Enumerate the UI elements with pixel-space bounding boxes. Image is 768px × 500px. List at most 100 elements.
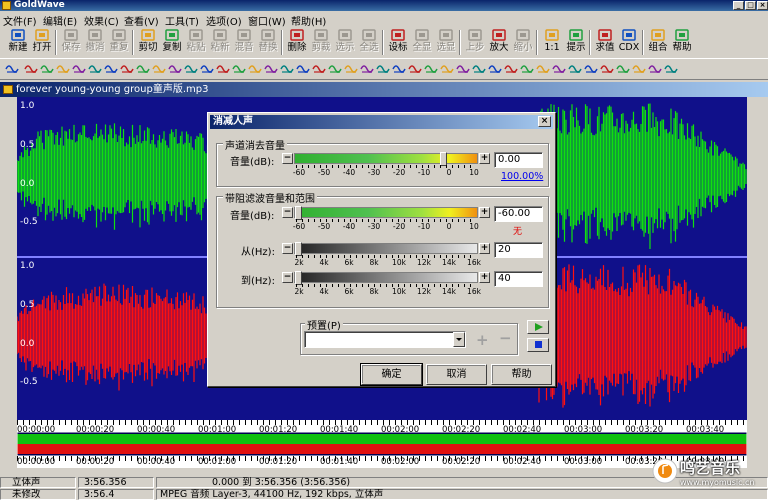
- remove-preset-icon[interactable]: −: [499, 329, 512, 347]
- bandstop-volume-input[interactable]: -60.00: [494, 206, 543, 222]
- volume-increase-button[interactable]: +: [479, 153, 490, 164]
- effect-button[interactable]: [248, 62, 264, 77]
- effect-button[interactable]: [536, 62, 552, 77]
- effect-button[interactable]: [56, 62, 72, 77]
- volume-increase-button[interactable]: +: [479, 207, 490, 218]
- slider-thumb[interactable]: [295, 206, 302, 220]
- dialog-close-button[interactable]: ×: [538, 116, 551, 127]
- to-frequency-slider[interactable]: [294, 271, 478, 285]
- toolbar-button-cue[interactable]: 提示: [564, 28, 588, 57]
- effect-button[interactable]: [136, 62, 152, 77]
- effect-button[interactable]: [648, 62, 664, 77]
- preset-select[interactable]: [304, 331, 466, 348]
- effect-button[interactable]: [40, 62, 56, 77]
- volume-decrease-button[interactable]: −: [282, 207, 293, 218]
- toolbar-button-zoom-out[interactable]: 缩小: [511, 28, 535, 57]
- close-button[interactable]: ×: [757, 1, 768, 10]
- toolbar-button-help[interactable]: 帮助: [670, 28, 694, 57]
- bandstop-volume-slider[interactable]: [294, 206, 478, 220]
- to-increase-button[interactable]: +: [479, 272, 490, 283]
- menu-file[interactable]: 文件(F): [3, 13, 37, 28]
- toolbar-button-show-selection[interactable]: 选显: [434, 28, 458, 57]
- effect-button[interactable]: [552, 62, 568, 77]
- toolbar-button-redo[interactable]: 重复: [107, 28, 131, 57]
- slider-thumb[interactable]: [440, 152, 447, 166]
- cancel-button[interactable]: 取消: [426, 364, 487, 385]
- effect-button[interactable]: [216, 62, 232, 77]
- effect-button[interactable]: [456, 62, 472, 77]
- effect-button[interactable]: [504, 62, 520, 77]
- effect-button[interactable]: [520, 62, 536, 77]
- menu-edit[interactable]: 编辑(E): [43, 13, 77, 28]
- volume-percent-link[interactable]: 100.00%: [501, 171, 543, 182]
- menu-view[interactable]: 查看(V): [124, 13, 159, 28]
- overview-waveform[interactable]: [16, 431, 748, 457]
- menu-options[interactable]: 选项(O): [206, 13, 242, 28]
- effect-button[interactable]: [584, 62, 600, 77]
- effect-button[interactable]: [408, 62, 424, 77]
- effect-button[interactable]: [296, 62, 312, 77]
- effect-button[interactable]: [392, 62, 408, 77]
- effect-button[interactable]: [360, 62, 376, 77]
- from-frequency-slider[interactable]: [294, 242, 478, 256]
- add-preset-icon[interactable]: +: [476, 331, 489, 349]
- effect-button[interactable]: [200, 62, 216, 77]
- effect-button[interactable]: [440, 62, 456, 77]
- effect-button[interactable]: [488, 62, 504, 77]
- channel-volume-input[interactable]: 0.00: [494, 152, 543, 168]
- set-marker-icon: [389, 28, 407, 42]
- from-hz-input[interactable]: 20: [494, 242, 543, 258]
- scale-label: -40: [342, 222, 356, 231]
- effect-button[interactable]: [184, 62, 200, 77]
- volume-decrease-button[interactable]: −: [282, 153, 293, 164]
- effect-button[interactable]: [376, 62, 392, 77]
- menu-tools[interactable]: 工具(T): [165, 13, 199, 28]
- scale-label: -20: [392, 168, 406, 177]
- ok-button[interactable]: 确定: [360, 363, 423, 386]
- effect-button[interactable]: [232, 62, 248, 77]
- group-title: 带阻滤波音量和范围: [223, 190, 317, 205]
- effect-button[interactable]: [568, 62, 584, 77]
- effect-button[interactable]: [280, 62, 296, 77]
- help-button[interactable]: 帮助: [491, 364, 552, 385]
- effect-button[interactable]: [72, 62, 88, 77]
- effect-button[interactable]: [632, 62, 648, 77]
- effect-button[interactable]: [24, 62, 40, 77]
- to-decrease-button[interactable]: −: [282, 272, 293, 283]
- from-increase-button[interactable]: +: [479, 243, 490, 254]
- effect-button[interactable]: [328, 62, 344, 77]
- app-title-bar: GoldWave _ □ ×: [0, 0, 768, 11]
- effect-button[interactable]: [664, 62, 680, 77]
- effect-button[interactable]: [472, 62, 488, 77]
- menu-effect[interactable]: 效果(C): [84, 13, 119, 28]
- effect-button[interactable]: [152, 62, 168, 77]
- from-decrease-button[interactable]: −: [282, 243, 293, 254]
- watermark-logo: [652, 458, 678, 484]
- toolbar-button-cdx[interactable]: CDX: [617, 28, 641, 57]
- effect-button[interactable]: [120, 62, 136, 77]
- toolbar-button-select-all[interactable]: 全选: [357, 28, 381, 57]
- maximize-button[interactable]: □: [745, 1, 756, 10]
- toolbar-button-open-folder[interactable]: 打开: [30, 28, 54, 57]
- effect-button[interactable]: [168, 62, 184, 77]
- effect-button[interactable]: [5, 62, 21, 77]
- effect-button[interactable]: [104, 62, 120, 77]
- menu-window[interactable]: 窗口(W): [248, 13, 286, 28]
- play-button[interactable]: [527, 320, 549, 334]
- effect-button[interactable]: [424, 62, 440, 77]
- toolbar-button-replace[interactable]: 替换: [256, 28, 280, 57]
- to-hz-input[interactable]: 40: [494, 271, 543, 287]
- effect-button[interactable]: [600, 62, 616, 77]
- slider-thumb[interactable]: [295, 271, 302, 285]
- effect-button[interactable]: [312, 62, 328, 77]
- minimize-button[interactable]: _: [733, 1, 744, 10]
- effect-button[interactable]: [264, 62, 280, 77]
- menu-help[interactable]: 帮助(H): [291, 13, 326, 28]
- stop-button[interactable]: [527, 338, 549, 352]
- channel-volume-slider[interactable]: [294, 152, 478, 166]
- effect-button[interactable]: [88, 62, 104, 77]
- effect-button[interactable]: [616, 62, 632, 77]
- effect-button[interactable]: [344, 62, 360, 77]
- preset-dropdown-button[interactable]: [453, 332, 465, 347]
- slider-thumb[interactable]: [295, 242, 302, 256]
